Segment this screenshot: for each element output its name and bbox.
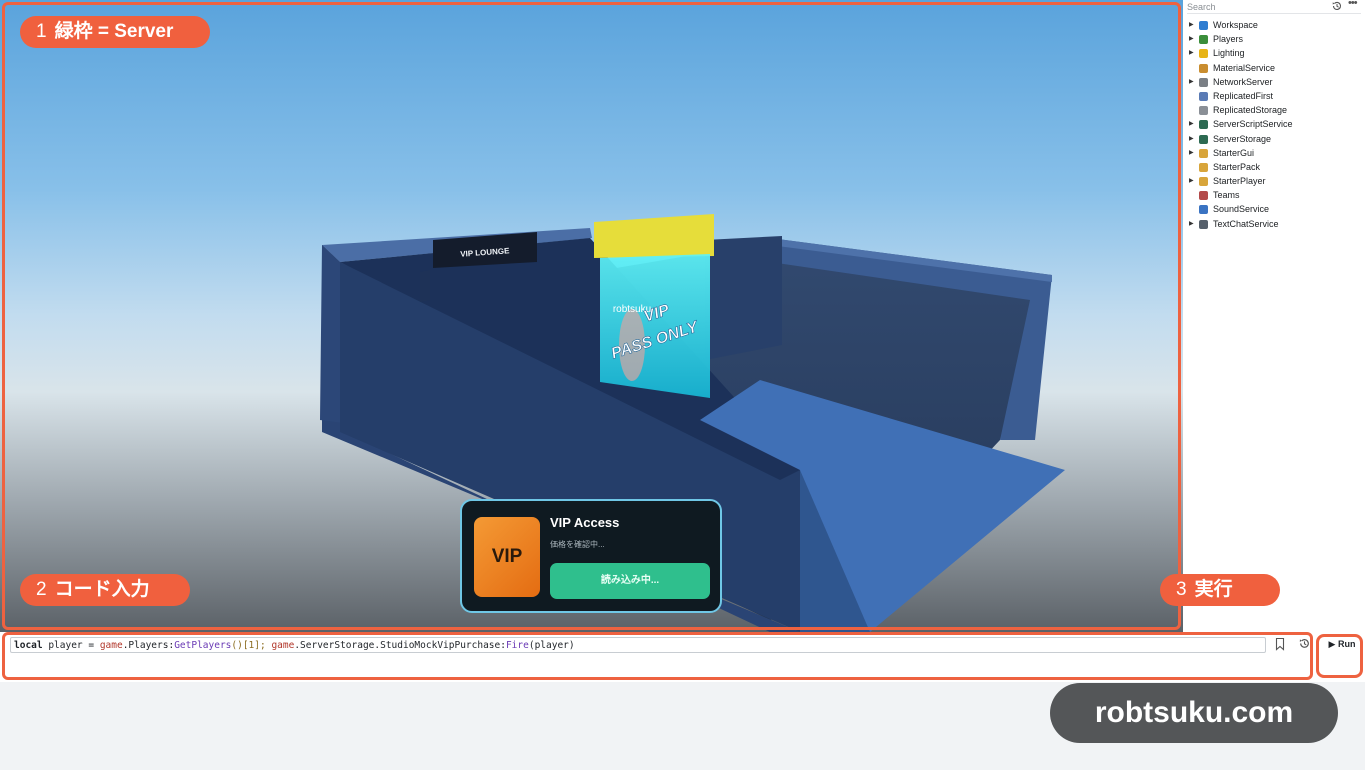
explorer-item-serverscriptservice[interactable]: ▶ ServerScriptService bbox=[1183, 117, 1365, 131]
explorer-item-label: ServerStorage bbox=[1213, 133, 1272, 144]
explorer-item-label: StarterPack bbox=[1213, 161, 1261, 172]
callout-label: 実行 bbox=[1194, 579, 1233, 600]
starter-player-icon bbox=[1199, 177, 1208, 187]
replicated-first-icon bbox=[1199, 91, 1208, 101]
explorer-item-label: Players bbox=[1213, 34, 1244, 45]
chevron-right-icon[interactable]: ▶ bbox=[1189, 174, 1194, 188]
explorer-item-label: MaterialService bbox=[1213, 62, 1276, 73]
explorer-item-replicatedstorage[interactable]: ReplicatedStorage bbox=[1183, 103, 1365, 117]
callout-frame-code bbox=[2, 632, 1313, 680]
server-script-icon bbox=[1199, 120, 1208, 130]
chevron-right-icon[interactable]: ▶ bbox=[1189, 46, 1194, 60]
explorer-item-label: SoundService bbox=[1213, 204, 1270, 215]
replicated-storage-icon bbox=[1199, 106, 1208, 116]
explorer-item-startergui[interactable]: ▶ StarterGui bbox=[1183, 146, 1365, 160]
starter-pack-icon bbox=[1199, 162, 1208, 172]
explorer-item-label: StarterGui bbox=[1213, 147, 1255, 158]
text-chat-icon bbox=[1199, 219, 1208, 229]
watermark: robtsuku.com bbox=[1050, 683, 1338, 743]
chevron-right-icon[interactable]: ▶ bbox=[1189, 75, 1194, 89]
explorer-item-replicatedfirst[interactable]: ReplicatedFirst bbox=[1183, 89, 1365, 103]
callout-run: 3 実行 bbox=[1160, 574, 1280, 606]
explorer-item-workspace[interactable]: ▶ Workspace bbox=[1183, 18, 1365, 32]
explorer-item-label: TextChatService bbox=[1213, 218, 1279, 229]
chevron-right-icon[interactable]: ▶ bbox=[1189, 32, 1194, 46]
explorer-item-players[interactable]: ▶ Players bbox=[1183, 32, 1365, 46]
explorer-item-label: ReplicatedStorage bbox=[1213, 105, 1288, 116]
callout-frame-run bbox=[1316, 634, 1363, 678]
explorer-item-label: Teams bbox=[1213, 190, 1240, 201]
explorer-tree: ▶ Workspace ▶ Players ▶ Lighting MaterialServi… bbox=[1183, 18, 1365, 231]
chevron-right-icon[interactable]: ▶ bbox=[1189, 132, 1194, 146]
explorer-item-textchatservice[interactable]: ▶ TextChatService bbox=[1183, 217, 1365, 231]
command-bar: local player = game.Players:GetPlayers()… bbox=[0, 632, 1365, 682]
chevron-right-icon[interactable]: ▶ bbox=[1189, 146, 1194, 160]
callout-number: 3 bbox=[1176, 579, 1187, 600]
chevron-right-icon[interactable]: ▶ bbox=[1189, 117, 1194, 131]
explorer-item-starterplayer[interactable]: ▶ StarterPlayer bbox=[1183, 174, 1365, 188]
explorer-item-lighting[interactable]: ▶ Lighting bbox=[1183, 46, 1365, 60]
sound-icon bbox=[1199, 205, 1208, 215]
starter-gui-icon bbox=[1199, 148, 1208, 158]
teams-icon bbox=[1199, 191, 1208, 201]
explorer-item-networkserver[interactable]: ▶ NetworkServer bbox=[1183, 75, 1365, 89]
history-icon[interactable] bbox=[1331, 0, 1343, 12]
explorer-item-teams[interactable]: Teams bbox=[1183, 188, 1365, 202]
explorer-search-input[interactable]: Search bbox=[1187, 0, 1325, 14]
game-viewport[interactable]: VIP LOUNGE robtsuku VIP PASS ONLY 1 緑枠 = … bbox=[0, 0, 1183, 632]
explorer-divider bbox=[1187, 13, 1361, 14]
players-icon bbox=[1199, 35, 1208, 45]
explorer-item-label: NetworkServer bbox=[1213, 76, 1273, 87]
explorer-item-serverstorage[interactable]: ▶ ServerStorage bbox=[1183, 132, 1365, 146]
explorer-item-label: Lighting bbox=[1213, 48, 1245, 59]
callout-frame-server bbox=[2, 2, 1181, 630]
explorer-item-label: ServerScriptService bbox=[1213, 119, 1293, 130]
explorer-item-soundservice[interactable]: SoundService bbox=[1183, 202, 1365, 216]
explorer-item-materialservice[interactable]: MaterialService bbox=[1183, 61, 1365, 75]
globe-icon bbox=[1199, 21, 1208, 30]
chevron-right-icon[interactable]: ▶ bbox=[1189, 18, 1194, 32]
explorer-item-label: ReplicatedFirst bbox=[1213, 90, 1274, 101]
chevron-right-icon[interactable]: ▶ bbox=[1189, 217, 1194, 231]
more-options-icon[interactable]: ••• bbox=[1348, 0, 1358, 9]
material-icon bbox=[1199, 63, 1208, 73]
server-storage-icon bbox=[1199, 134, 1208, 144]
explorer-panel: Search ••• ▶ Workspace ▶ Players ▶ Lighting Ma… bbox=[1160, 0, 1365, 632]
explorer-item-label: StarterPlayer bbox=[1213, 176, 1266, 187]
explorer-item-label: Workspace bbox=[1213, 20, 1258, 30]
network-icon bbox=[1199, 77, 1208, 87]
lightbulb-icon bbox=[1199, 49, 1208, 59]
explorer-item-starterpack[interactable]: StarterPack bbox=[1183, 160, 1365, 174]
